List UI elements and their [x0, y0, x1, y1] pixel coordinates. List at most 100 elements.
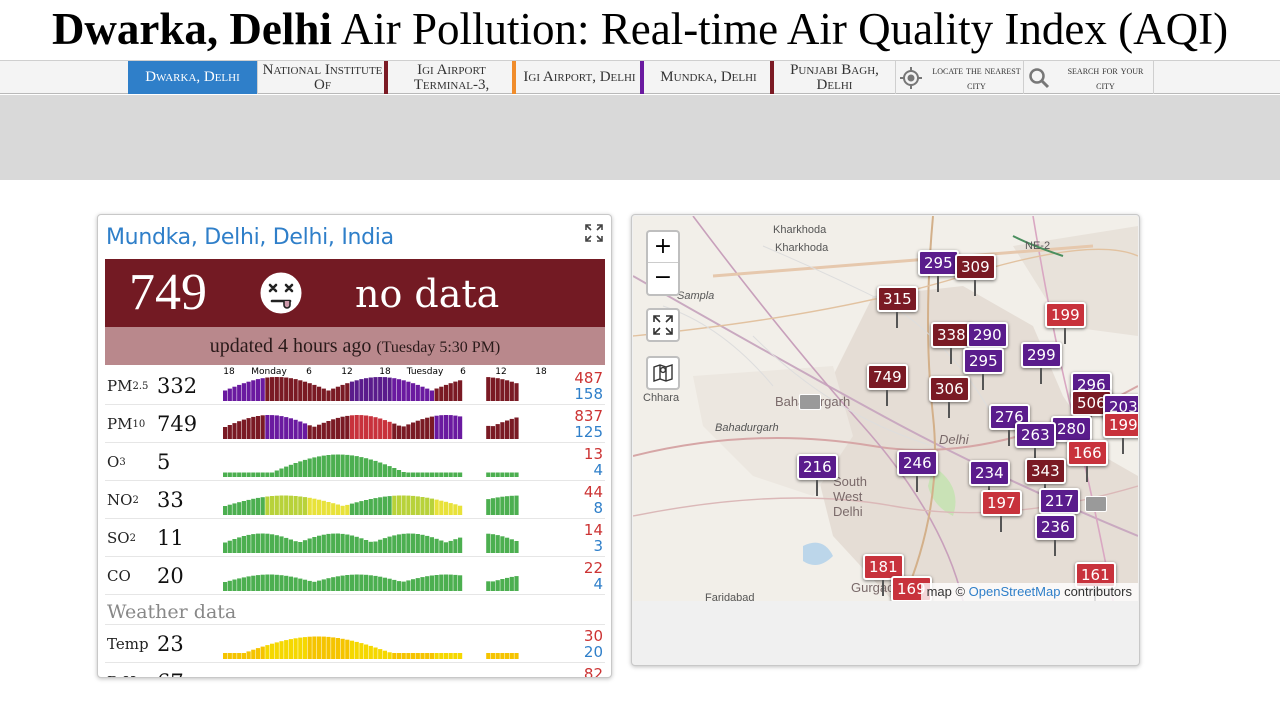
ad-placeholder [0, 95, 1280, 180]
map-station-pin[interactable]: 234 [969, 460, 1010, 486]
map-station-pin[interactable]: 343 [1025, 458, 1066, 484]
nav-station-national-institute[interactable]: National Institute Of [258, 61, 388, 94]
nav-station-mundka[interactable]: Mundka, Delhi [644, 61, 774, 94]
sparkline-bar [321, 388, 326, 401]
sparkline-bar [237, 578, 242, 591]
sparkline-bar [321, 579, 326, 591]
search-icon [1026, 65, 1052, 91]
map-station-pin[interactable]: 290 [967, 322, 1008, 348]
map-station-pin[interactable]: 199 [1045, 302, 1086, 328]
nav-station-label: Punjabi Bagh, Delhi [790, 61, 879, 93]
offline-station-marker[interactable] [799, 394, 821, 410]
sparkline-bar [406, 533, 411, 553]
map-station-pin[interactable]: 309 [955, 254, 996, 280]
map-station-pin[interactable]: 246 [897, 450, 938, 476]
sparkline-bar [514, 541, 519, 553]
sparkline-bar [396, 470, 402, 477]
map-station-pin[interactable]: 306 [929, 376, 970, 402]
aqi-map[interactable]: Kharkhoda Kharkhoda Chhara Bahadurgarh B… [633, 216, 1138, 601]
sparkline-bar [368, 575, 373, 591]
sparkline-bar [331, 503, 336, 515]
sparkline-bar [251, 649, 256, 659]
nav-station-punjabi-bagh[interactable]: Punjabi Bagh, Delhi [774, 61, 896, 94]
map-station-pin[interactable]: 299 [1021, 342, 1062, 368]
sparkline-bar [255, 648, 261, 659]
sparkline-bar [368, 377, 373, 401]
sparkline-bar [396, 425, 402, 439]
weather-name: R.H. [107, 663, 155, 677]
sparkline-bar [429, 472, 434, 477]
map-station-pin[interactable]: 295 [918, 250, 959, 276]
sparkline-bar [359, 457, 364, 477]
map-station-pin[interactable]: 338 [931, 322, 972, 348]
widget-city-title[interactable]: Mundka, Delhi, Delhi, India [106, 225, 394, 250]
map-station-pin[interactable]: 197 [981, 490, 1022, 516]
sparkline-bar [486, 472, 491, 477]
sparkline-bar [382, 377, 387, 401]
sparkline-bar [486, 581, 491, 591]
sparkline-bar [232, 503, 237, 515]
osm-link[interactable]: OpenStreetMap [969, 584, 1061, 599]
weather-row-rh[interactable]: R.H. 67 82 [105, 663, 605, 677]
pollutant-min: 3 [593, 537, 603, 555]
sparkline-bar [453, 504, 458, 515]
pollutant-row-no2[interactable]: NO 2 33 44 8 [105, 481, 605, 519]
pollutant-value: 5 [157, 450, 171, 474]
nav-station-dwarka[interactable]: Dwarka, Delhi [128, 61, 258, 94]
pollutant-row-pm10[interactable]: PM 10 749 837 125 [105, 405, 605, 443]
map-layers-button[interactable] [646, 356, 680, 390]
sparkline-bar [364, 500, 369, 515]
offline-station-marker[interactable] [1085, 496, 1107, 512]
map-station-pin[interactable]: 216 [797, 454, 838, 480]
sparkline-bar [458, 653, 463, 659]
expand-icon[interactable] [584, 223, 604, 243]
map-station-pin[interactable]: 280 [1051, 416, 1092, 442]
map-station-pin[interactable]: 236 [1035, 514, 1076, 540]
sparkline-bar [232, 386, 237, 401]
map-station-pin[interactable]: 749 [867, 364, 908, 390]
sparkline-bar [378, 462, 383, 477]
map-station-pin[interactable]: 199 [1103, 412, 1138, 438]
zoom-in-button[interactable]: + [648, 232, 678, 263]
sparkline-bar [340, 533, 345, 553]
sparkline-bar [307, 458, 312, 477]
nav-station-igi-terminal3[interactable]: Igi Airport Terminal-3, [388, 61, 516, 94]
sparkline-temp [223, 636, 519, 659]
pollutant-row-so2[interactable]: SO 2 11 14 3 [105, 519, 605, 557]
pollutant-name: O3 [107, 453, 126, 471]
sparkline-bar [340, 416, 345, 439]
weather-row-temp[interactable]: Temp 23 30 20 [105, 625, 605, 663]
map-station-pin[interactable]: 295 [963, 348, 1004, 374]
sparkline-bar [439, 472, 444, 477]
nav-station-igi-airport[interactable]: Igi Airport, Delhi [516, 61, 644, 94]
pollutant-min: 158 [574, 385, 603, 403]
sparkline-bar [448, 540, 453, 553]
sparkline-bar [429, 390, 434, 401]
map-station-pin[interactable]: 217 [1039, 488, 1080, 514]
pollutant-row-pm25[interactable]: PM 2.5 332 487 158 [105, 367, 605, 405]
sparkline-bar [317, 386, 322, 401]
sparkline-bar [284, 575, 289, 591]
sparkline-bar [284, 466, 289, 477]
sparkline-bar [368, 499, 373, 515]
pollutant-value: 11 [157, 526, 184, 550]
pollutant-row-o3[interactable]: O3 5 13 4 [105, 443, 605, 481]
zoom-out-button[interactable]: − [648, 263, 678, 294]
sparkline-bar [312, 581, 317, 591]
sparkline-bar [237, 384, 242, 401]
pollutant-row-co[interactable]: CO 20 22 4 [105, 557, 605, 595]
map-fullscreen-button[interactable] [646, 308, 680, 342]
sparkline-bar [514, 472, 519, 477]
map-station-pin[interactable]: 166 [1067, 440, 1108, 466]
search-city-button[interactable]: search for your city [1024, 61, 1154, 94]
map-station-pin[interactable]: 263 [1015, 422, 1056, 448]
sparkline-bar [317, 456, 322, 477]
sparkline-bar [307, 580, 312, 591]
sparkline-bar [265, 415, 270, 439]
locate-nearest-button[interactable]: locate the nearest city [896, 61, 1024, 94]
map-attribution: map © OpenStreetMap contributors [920, 583, 1138, 601]
sparkline-bar [453, 381, 458, 401]
map-station-pin[interactable]: 315 [877, 286, 918, 312]
sparkline-bar [411, 653, 416, 659]
sparkline-bar [359, 574, 364, 591]
